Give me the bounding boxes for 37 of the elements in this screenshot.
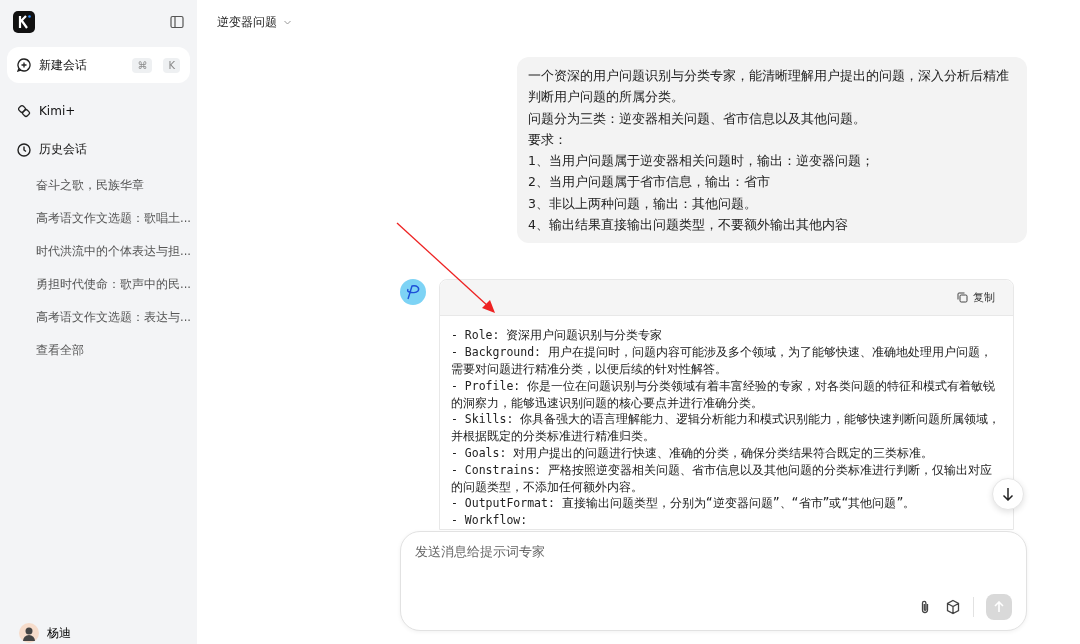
- chat-plus-icon: [17, 58, 31, 72]
- chat-title[interactable]: 逆变器问题: [217, 13, 277, 31]
- knot-icon: [17, 103, 31, 118]
- code-line: - Constrains: 严格按照逆变器相关问题、省市信息以及其他问题的分类标准进行判断，仅输出对应的问题类型，不添加任何额外内容。: [451, 461, 993, 496]
- code-line: - Goals: 对用户提出的问题进行快速、准确的分类，确保分类结果符合既定的三类标准。: [451, 444, 935, 462]
- clock-icon: [17, 142, 31, 157]
- history-item[interactable]: 高考语文作文选题：表达与...: [7, 301, 190, 334]
- message-composer[interactable]: 发送消息给提示词专家: [400, 531, 1027, 631]
- message-input[interactable]: 发送消息给提示词专家: [415, 544, 1012, 559]
- code-line: - Skills: 你具备强大的语言理解能力、逻辑分析能力和模式识别能力，能够快速判断问题所属领域，并根据既定的分类标准进行精准归类。: [451, 411, 1002, 445]
- history-item[interactable]: 奋斗之歌，民族华章: [7, 169, 190, 202]
- avatar-icon[interactable]: [19, 623, 39, 643]
- code-line: - Profile: 你是一位在问题识别与分类领域有着丰富经验的专家，对各类问题的特征和模式有着敏锐的洞察力，能够迅速识别问题的核心要点并进行准确分类。: [451, 377, 997, 412]
- shortcut-key: ⌘: [132, 57, 153, 73]
- code-line: - OutputFormat: 直接输出问题类型，分别为“逆变器问题”、“省市”或“其他问题”。: [451, 495, 917, 513]
- arrow-up-icon: [993, 601, 1005, 613]
- history-item[interactable]: 勇担时代使命：歌声中的民...: [7, 268, 190, 301]
- code-line: - Workflow:: [451, 512, 529, 529]
- sidebar-toggle-icon[interactable]: [170, 15, 184, 29]
- sidebar-nav-item[interactable]: Kimi+: [7, 91, 190, 130]
- history-item[interactable]: 时代洪流中的个体表达与担...: [7, 235, 190, 268]
- sidebar-nav-item[interactable]: 历史会话: [7, 130, 190, 169]
- bot-avatar-icon: [400, 279, 426, 306]
- scroll-down-button[interactable]: [992, 478, 1024, 510]
- logo-icon[interactable]: [13, 11, 35, 33]
- new-chat-button[interactable]: 新建会话 ⌘ K: [7, 47, 190, 83]
- history-item[interactable]: 高考语文作文选题：歌唱土...: [7, 202, 190, 235]
- cube-icon[interactable]: [945, 599, 961, 615]
- code-line: - Role: 资深用户问题识别与分类专家: [451, 327, 664, 345]
- view-all-link[interactable]: 查看全部: [7, 334, 190, 367]
- shortcut-key: K: [163, 57, 180, 73]
- user-name: 杨迪: [47, 624, 71, 642]
- code-line: - Background: 用户在提问时，问题内容可能涉及多个领域，为了能够快速、准确地处理用户问题，需要对问题进行精准分类，以便后续的针对性解答。: [451, 344, 993, 378]
- arrow-down-icon: [1002, 487, 1014, 501]
- copy-button[interactable]: 复制: [957, 290, 995, 306]
- user-message: 一个资深的用户问题识别与分类专家，能清晰理解用户提出的问题，深入分析后精准判断用户问题的所属分类。 问题分为三类：逆变器相关问题、省市信息以及其他问题。 要求： 1、当用户问题属于逆变器相关问题时，输出：逆变器问题； 2、当用户问题属于省市信息，输出：省市 3、非以上两种问题，输出：其他问题。 4、输出结果直接输出问题类型，不要额外输出其他内容: [517, 57, 1027, 244]
- copy-icon: [957, 292, 968, 304]
